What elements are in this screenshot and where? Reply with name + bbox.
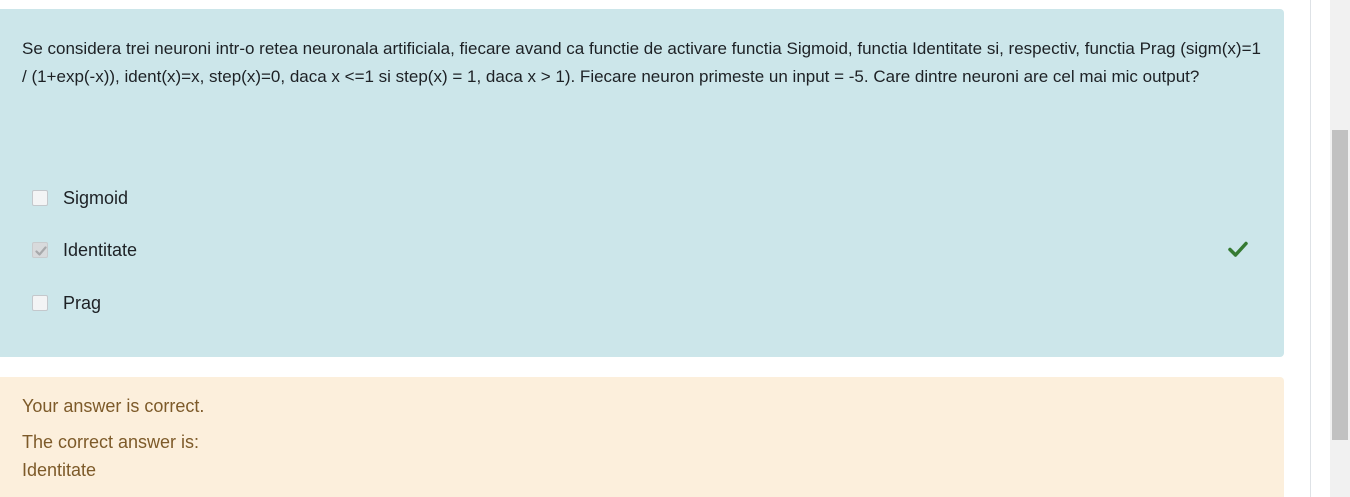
answer-checkbox-identitate[interactable] — [32, 242, 48, 258]
answer-option-sigmoid[interactable]: Sigmoid — [30, 183, 1260, 213]
feedback-status: Your answer is correct. — [22, 396, 205, 416]
answer-label-prag: Prag — [63, 292, 102, 313]
page-divider — [1310, 0, 1311, 497]
answer-option-prag[interactable]: Prag — [30, 288, 1260, 318]
feedback-panel: Your answer is correct. The correct answ… — [0, 377, 1284, 497]
correct-answer-value: Identitate — [22, 460, 97, 480]
answer-label-sigmoid: Sigmoid — [63, 187, 129, 208]
answer-checkbox-sigmoid[interactable] — [32, 190, 48, 206]
question-panel: Se considera trei neuroni intr-o retea n… — [0, 9, 1284, 357]
answer-checkbox-prag[interactable] — [32, 295, 48, 311]
check-mark-icon — [35, 246, 47, 256]
correct-answer-label: The correct answer is: — [22, 432, 200, 452]
checkmark-icon — [1228, 241, 1248, 262]
scrollbar-thumb[interactable] — [1332, 130, 1348, 440]
question-text: Se considera trei neuroni intr-o retea n… — [22, 39, 1261, 86]
answer-label-identitate: Identitate — [63, 239, 138, 260]
answer-option-identitate[interactable]: Identitate — [30, 235, 1260, 265]
